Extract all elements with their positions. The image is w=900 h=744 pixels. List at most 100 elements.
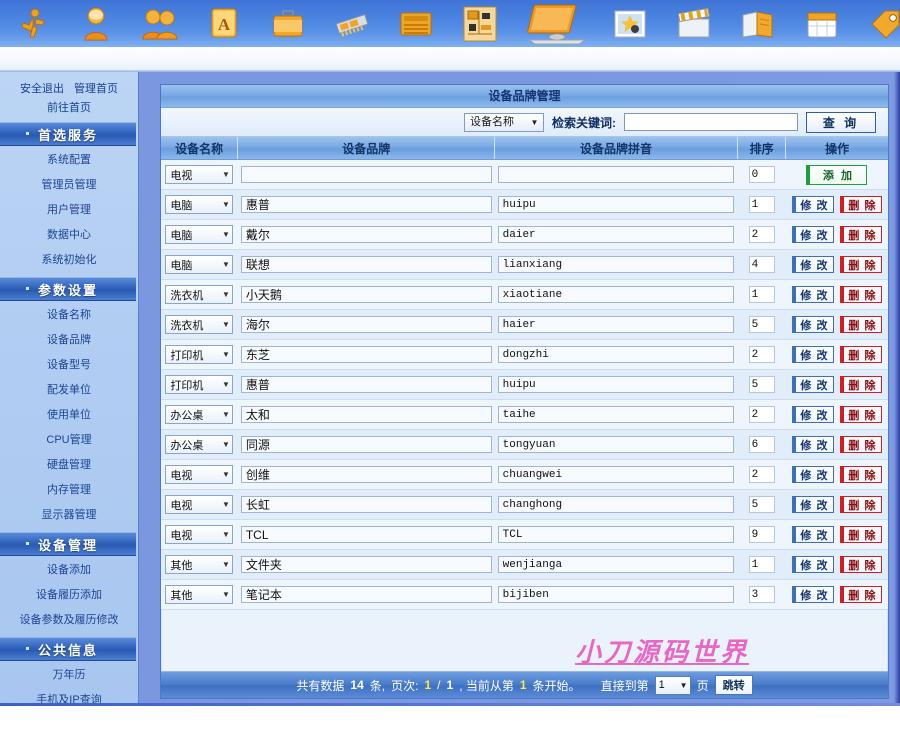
edit-button[interactable]: 修 改 [792,346,834,363]
delete-button[interactable]: 删 除 [840,466,882,483]
sidebar-item-cpu-manage[interactable]: CPU管理 [0,428,138,453]
device-name-select[interactable]: 办公桌▼ [165,435,233,454]
edit-button[interactable]: 修 改 [792,196,834,213]
sort-input[interactable] [749,346,775,363]
sidebar-item-using-unit[interactable]: 使用单位 [0,403,138,428]
device-name-select[interactable]: 电视▼ [165,465,233,484]
device-name-select[interactable]: 办公桌▼ [165,405,233,424]
sort-input[interactable] [749,226,775,243]
device-brand-input[interactable] [241,526,492,543]
device-name-select[interactable]: 电脑▼ [165,195,233,214]
sort-input[interactable] [749,586,775,603]
sidebar-item-system-config[interactable]: 系统配置 [0,148,138,173]
device-brand-pinyin-input[interactable] [498,166,735,183]
photo-star-icon[interactable] [598,1,662,47]
user-running-icon[interactable] [0,1,64,47]
device-name-select[interactable]: 打印机▼ [165,375,233,394]
sidebar-go-home-link[interactable]: 前往首页 [0,98,138,118]
edit-button[interactable]: 修 改 [792,406,834,423]
edit-button[interactable]: 修 改 [792,286,834,303]
device-name-select[interactable]: 电视▼ [165,165,233,184]
server-rack-icon[interactable] [384,1,448,47]
device-name-select[interactable]: 洗衣机▼ [165,285,233,304]
sidebar-item-system-init[interactable]: 系统初始化 [0,248,138,273]
edit-button[interactable]: 修 改 [792,496,834,513]
device-name-select[interactable]: 洗衣机▼ [165,315,233,334]
sidebar-item-device-params-edit[interactable]: 设备参数及履历修改 [0,608,138,633]
delete-button[interactable]: 删 除 [840,316,882,333]
edit-button[interactable]: 修 改 [792,556,834,573]
sidebar-item-calendar[interactable]: 万年历 [0,663,138,688]
device-brand-pinyin-input[interactable] [498,406,735,423]
device-brand-input[interactable] [241,196,492,213]
sidebar-item-admin-manage[interactable]: 管理员管理 [0,173,138,198]
sort-input[interactable] [749,256,775,273]
device-name-select[interactable]: 打印机▼ [165,345,233,364]
delete-button[interactable]: 删 除 [840,556,882,573]
sidebar-logout-link[interactable]: 安全退出 [20,80,64,98]
sort-input[interactable] [749,376,775,393]
sort-input[interactable] [749,196,775,213]
sidebar-item-device-model[interactable]: 设备型号 [0,353,138,378]
sidebar-item-device-brand[interactable]: 设备品牌 [0,328,138,353]
book-icon[interactable] [726,1,790,47]
sidebar-item-device-name[interactable]: 设备名称 [0,303,138,328]
sort-input[interactable] [749,466,775,483]
device-brand-pinyin-input[interactable] [498,286,735,303]
sort-input[interactable] [749,556,775,573]
letter-a-icon[interactable]: A [192,1,256,47]
device-brand-pinyin-input[interactable] [498,496,735,513]
edit-button[interactable]: 修 改 [792,466,834,483]
sort-input[interactable] [749,406,775,423]
memory-chip-icon[interactable] [320,1,384,47]
users-group-icon[interactable] [128,1,192,47]
device-brand-input[interactable] [241,286,492,303]
film-clapper-icon[interactable] [662,1,726,47]
delete-button[interactable]: 删 除 [840,256,882,273]
jump-button[interactable]: 跳转 [715,675,753,695]
edit-button[interactable]: 修 改 [792,256,834,273]
search-input[interactable] [624,113,798,131]
sidebar-item-disk-manage[interactable]: 硬盘管理 [0,453,138,478]
device-name-select[interactable]: 其他▼ [165,555,233,574]
device-brand-input[interactable] [241,166,492,183]
device-brand-pinyin-input[interactable] [498,466,735,483]
device-brand-input[interactable] [241,256,492,273]
sort-input[interactable] [749,496,775,513]
device-brand-pinyin-input[interactable] [498,376,735,393]
delete-button[interactable]: 删 除 [840,526,882,543]
delete-button[interactable]: 删 除 [840,346,882,363]
edit-button[interactable]: 修 改 [792,226,834,243]
device-brand-pinyin-input[interactable] [498,226,735,243]
pager-page-select[interactable]: 1 ▼ [655,676,691,695]
device-brand-pinyin-input[interactable] [498,346,735,363]
device-brand-input[interactable] [241,226,492,243]
sort-input[interactable] [749,286,775,303]
device-name-select[interactable]: 电视▼ [165,525,233,544]
device-name-select[interactable]: 电脑▼ [165,225,233,244]
device-brand-input[interactable] [241,496,492,513]
device-brand-pinyin-input[interactable] [498,526,735,543]
sidebar-item-monitor-manage[interactable]: 显示器管理 [0,503,138,528]
edit-button[interactable]: 修 改 [792,586,834,603]
device-brand-input[interactable] [241,316,492,333]
delete-button[interactable]: 删 除 [840,496,882,513]
sort-input[interactable] [749,526,775,543]
delete-button[interactable]: 删 除 [840,226,882,243]
sort-input[interactable] [749,316,775,333]
query-button[interactable]: 查 询 [806,112,876,133]
edit-button[interactable]: 修 改 [792,316,834,333]
sidebar-item-issuing-unit[interactable]: 配发单位 [0,378,138,403]
add-button[interactable]: 添 加 [806,165,867,185]
calendar-icon[interactable] [790,1,854,47]
briefcase-icon[interactable] [256,1,320,47]
sidebar-item-data-center[interactable]: 数据中心 [0,223,138,248]
sidebar-item-memory-manage[interactable]: 内存管理 [0,478,138,503]
sidebar-item-device-history-add[interactable]: 设备履历添加 [0,583,138,608]
device-name-select[interactable]: 电视▼ [165,495,233,514]
device-brand-input[interactable] [241,466,492,483]
delete-button[interactable]: 删 除 [840,196,882,213]
device-brand-input[interactable] [241,556,492,573]
delete-button[interactable]: 删 除 [840,406,882,423]
delete-button[interactable]: 删 除 [840,436,882,453]
